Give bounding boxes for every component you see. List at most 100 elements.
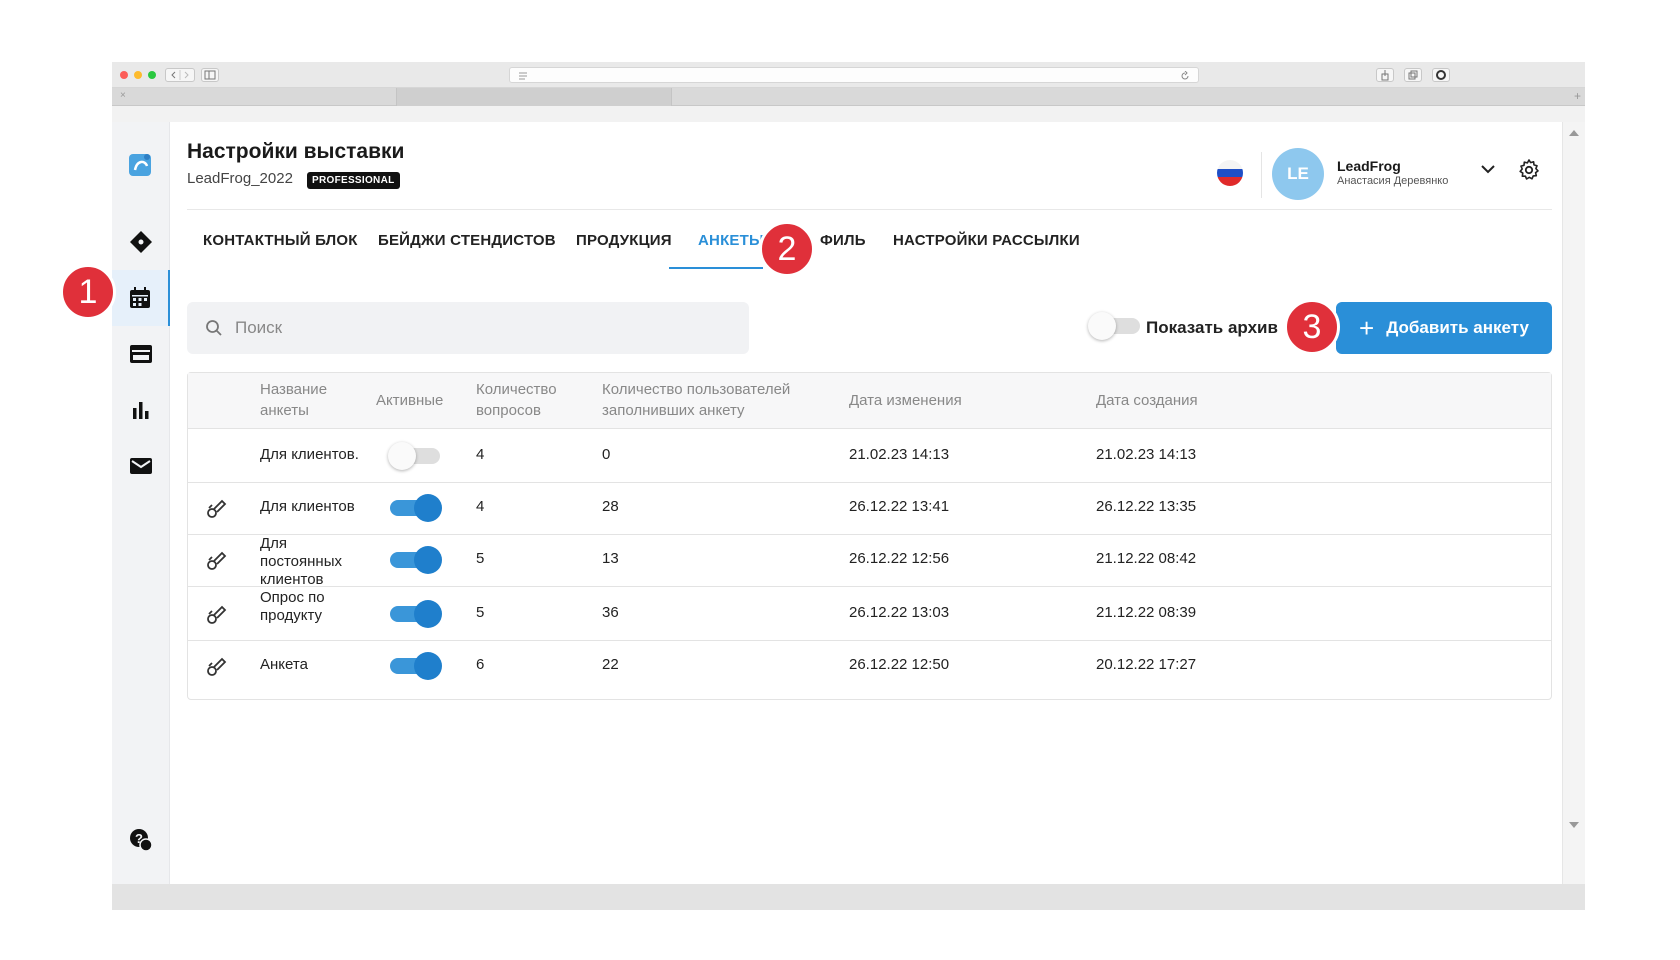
language-flag-icon[interactable] [1217,160,1243,186]
edit-icon[interactable] [205,498,227,525]
scroll-up-icon[interactable] [1569,130,1579,136]
divider [1261,152,1262,198]
table-row[interactable]: Для клиентов. 4 0 21.02.23 14:13 21.02.23 14… [188,429,1551,483]
tab-contact-block[interactable]: КОНТАКТНЫЙ БЛОК [203,232,358,249]
toggle-knob [388,442,416,470]
active-toggle[interactable] [388,652,442,680]
cell-name[interactable]: Опрос по продукту [260,589,370,625]
cell-modified: 26.12.22 13:03 [849,604,950,621]
tab-profile[interactable]: ФИЛЬ [820,232,866,249]
active-toggle[interactable] [388,442,442,470]
toggle-knob [1088,312,1116,340]
sidebar-toggle-button[interactable] [201,68,219,82]
table-row[interactable]: Для клиентов 4 28 26.12.22 13:41 26.12.22 13… [188,481,1551,535]
scroll-down-icon[interactable] [1569,822,1579,828]
tab-mailing-settings[interactable]: НАСТРОЙКИ РАССЫЛКИ [893,232,1080,249]
page-header: Настройки выставки LeadFrog_2022 PROFESS… [187,140,1552,210]
active-tab-indicator [669,267,763,269]
table-row[interactable]: Для постоянных клиентов 5 13 26.12.22 12:56… [188,533,1551,589]
ticket-icon [130,231,152,253]
tabs-icon [1408,70,1418,80]
user-name: LeadFrog [1337,158,1401,174]
minimize-window-button[interactable] [134,71,142,79]
page-scrollbar[interactable] [1562,122,1585,884]
browser-gap [112,106,1585,122]
cell-questions: 4 [476,498,485,515]
share-button[interactable] [1376,68,1394,82]
plus-icon: + [1359,313,1375,343]
column-header-name[interactable]: Название анкеты [260,379,360,421]
search-input[interactable] [235,314,715,342]
cell-users: 22 [602,656,619,673]
active-toggle[interactable] [388,494,442,522]
browser-tab-strip: × + [112,88,1585,106]
tab-staff-badges[interactable]: БЕЙДЖИ СТЕНДИСТОВ [378,232,556,249]
cell-modified: 26.12.22 12:50 [849,656,950,673]
toggle-knob [414,494,442,522]
column-header-modified[interactable]: Дата изменения [849,390,962,411]
close-window-button[interactable] [120,71,128,79]
cell-created: 21.02.23 14:13 [1096,446,1197,463]
share-icon [1381,70,1389,81]
column-header-created[interactable]: Дата создания [1096,390,1198,411]
cell-name[interactable]: Для клиентов [260,498,370,516]
cell-created: 21.12.22 08:42 [1096,550,1197,567]
add-questionnaire-button[interactable]: + Добавить анкету [1336,302,1552,354]
browser-bottom-bar [112,884,1585,910]
cell-name[interactable]: Для клиентов. [260,446,370,464]
tabs-overview-button[interactable] [1404,68,1422,82]
column-header-users[interactable]: Количество пользователей заполнивших анк… [602,379,812,421]
table-header: Название анкеты Активные Количество вопр… [188,373,1551,429]
tab-close-icon[interactable]: × [120,90,126,101]
back-forward-buttons[interactable] [165,68,195,82]
chevron-back-forward-icon [171,70,189,80]
table-row[interactable]: Опрос по продукту 5 36 26.12.22 13:03 21.12.… [188,587,1551,641]
bar-chart-icon [133,402,149,419]
address-bar[interactable] [509,67,1199,83]
browser-tab[interactable]: × [112,88,397,106]
show-archive-label: Показать архив [1146,318,1278,337]
cell-questions: 4 [476,446,485,463]
column-header-questions[interactable]: Количество вопросов [476,379,576,421]
toggle-knob [414,546,442,574]
sidebar-item-cards[interactable] [112,326,170,382]
sidebar-item-analytics[interactable] [112,382,170,438]
avatar[interactable]: LE [1272,148,1324,200]
browser-tab[interactable] [397,88,672,106]
show-archive-toggle[interactable] [1088,312,1142,340]
logo-icon [129,154,151,176]
cell-name[interactable]: Анкета [260,656,370,674]
sidebar-item-logo[interactable] [112,136,170,192]
cell-modified: 26.12.22 12:56 [849,550,950,567]
table-row[interactable]: Анкета 6 22 26.12.22 12:50 20.12.22 17:27 [188,639,1551,693]
tab-questionnaires[interactable]: АНКЕТЫ [698,232,764,249]
page-title: Настройки выставки [187,140,405,163]
search-box[interactable] [187,302,749,354]
sidebar-item-calendar[interactable] [112,270,170,326]
cell-questions: 6 [476,656,485,673]
sidebar-item-tickets[interactable] [112,214,170,270]
edit-icon[interactable] [205,604,227,631]
sidebar-item-help[interactable]: ? [112,812,170,868]
sidebar: ? [112,122,170,884]
reload-icon [1181,71,1189,80]
edit-icon[interactable] [205,656,227,683]
edit-icon[interactable] [205,550,227,577]
new-tab-icon[interactable]: + [1574,89,1581,103]
active-toggle[interactable] [388,600,442,628]
chevron-down-icon[interactable] [1479,160,1497,178]
cell-modified: 21.02.23 14:13 [849,446,950,463]
sidebar-item-mail[interactable] [112,438,170,494]
gear-icon[interactable] [1517,158,1541,182]
plan-badge: PROFESSIONAL [307,172,400,189]
step-marker-1: 1 [60,264,116,320]
browser-toolbar [112,62,1585,88]
tab-products[interactable]: ПРОДУКЦИЯ [576,232,672,249]
column-header-active[interactable]: Активные [376,390,443,411]
zoom-window-button[interactable] [148,71,156,79]
active-toggle[interactable] [388,546,442,574]
cell-questions: 5 [476,604,485,621]
svg-text:?: ? [135,831,143,846]
extension-button[interactable] [1432,68,1450,82]
cell-name[interactable]: Для постоянных клиентов [260,535,370,589]
